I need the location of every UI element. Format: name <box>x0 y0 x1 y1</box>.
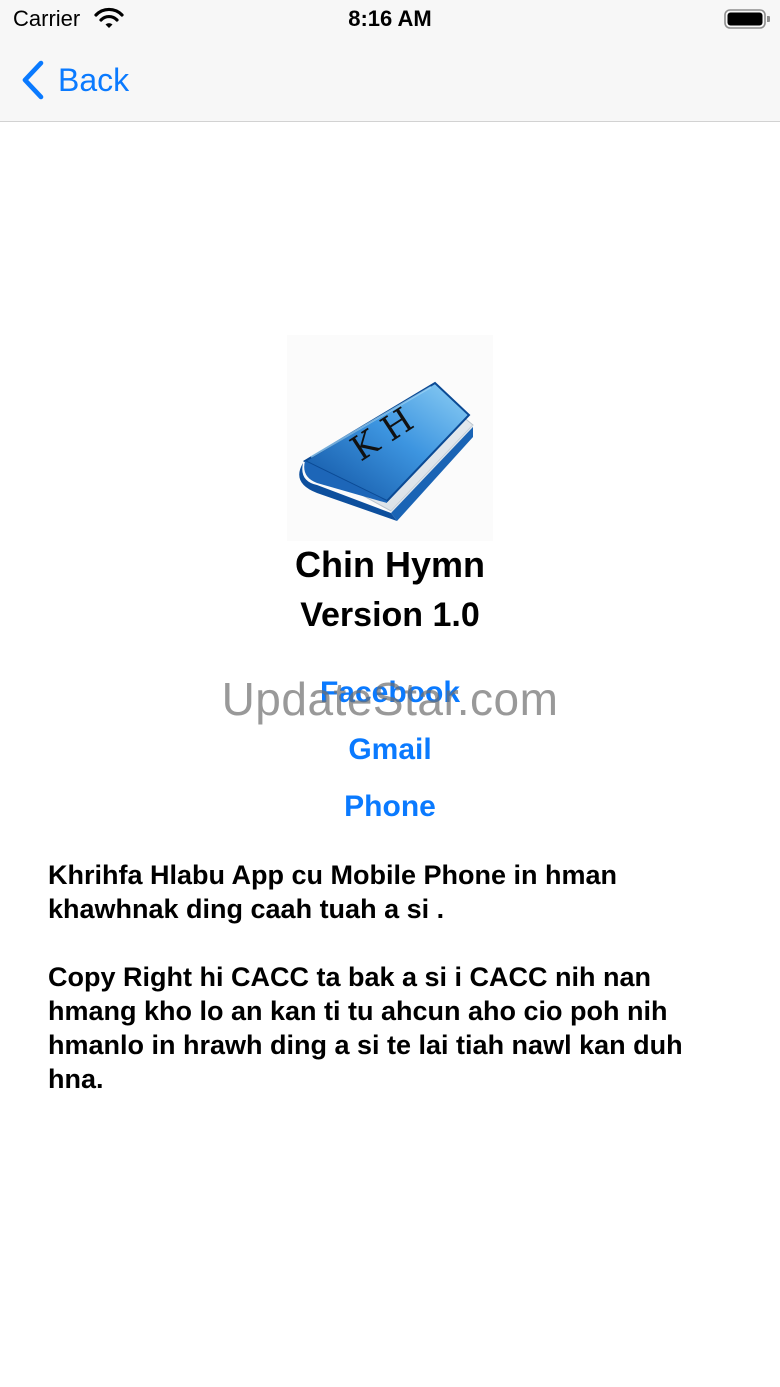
app-version: Version 1.0 <box>300 596 480 634</box>
status-time: 8:16 AM <box>348 6 432 31</box>
gmail-link[interactable]: Gmail <box>0 733 780 767</box>
back-label: Back <box>58 61 130 98</box>
phone-link[interactable]: Phone <box>0 790 780 824</box>
book-icon: K H <box>299 381 474 521</box>
description-paragraph-1: Khrihfa Hlabu App cu Mobile Phone in hma… <box>48 860 618 924</box>
app-logo: K H <box>287 335 493 541</box>
battery-icon <box>724 9 770 29</box>
app-name: Chin Hymn <box>294 544 485 585</box>
navigation-bar: Back <box>0 40 780 121</box>
status-bar: Carrier 8:16 AM <box>0 0 780 40</box>
back-button[interactable]: Back <box>20 58 129 102</box>
description-paragraph-2: Copy Right hi CACC ta bak a si i CACC ni… <box>48 962 683 1094</box>
chevron-left-icon <box>22 60 44 100</box>
app-description: Khrihfa Hlabu App cu Mobile Phone in hma… <box>48 858 738 1130</box>
facebook-link[interactable]: Facebook <box>0 676 780 710</box>
top-bar: Carrier 8:16 AM Back <box>0 0 780 122</box>
